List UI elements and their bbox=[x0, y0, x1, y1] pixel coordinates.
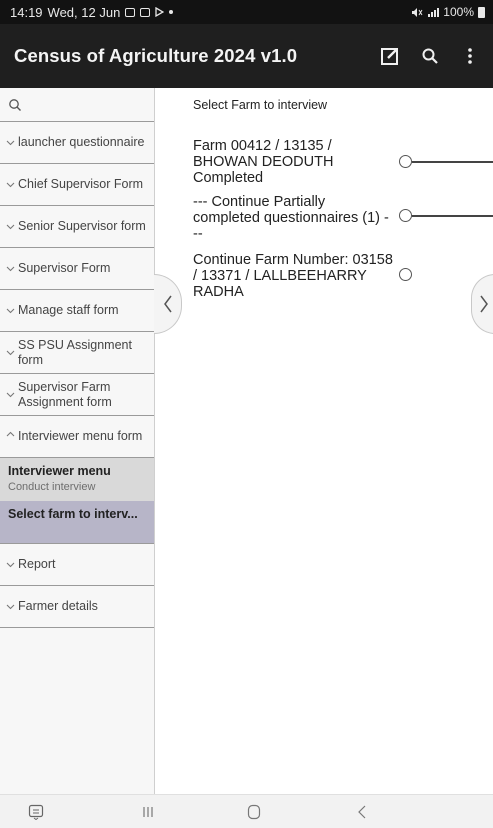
farm-option-label: --- Continue Partially completed questio… bbox=[193, 194, 389, 242]
notification-calendar-icon bbox=[140, 7, 151, 17]
recent-apps-button[interactable] bbox=[138, 802, 158, 822]
connector-line bbox=[412, 161, 493, 163]
sidebar-item-farmer-details[interactable]: Farmer details bbox=[0, 586, 154, 628]
status-left: 14:19 Wed, 12 Jun bbox=[10, 4, 174, 20]
search-icon bbox=[422, 48, 438, 64]
sidebar-item-interviewer-menu-form[interactable]: Interviewer menu form bbox=[0, 416, 154, 458]
search-button[interactable] bbox=[417, 43, 443, 69]
chevron-left-icon bbox=[163, 295, 172, 313]
farm-option-completed[interactable]: Farm 00412 / 13135 / BHOWAN DEODUTH Comp… bbox=[193, 138, 493, 186]
chevron-down-icon bbox=[6, 562, 15, 567]
battery-icon bbox=[478, 6, 485, 18]
edit-icon bbox=[381, 48, 398, 65]
home-icon bbox=[247, 804, 261, 820]
sidebar-item-label: Chief Supervisor Form bbox=[18, 177, 144, 192]
status-bar: 14:19 Wed, 12 Jun 100% bbox=[0, 0, 493, 24]
sidebar-item-senior-supervisor-form[interactable]: Senior Supervisor form bbox=[0, 206, 154, 248]
sidebar-item-label: Report bbox=[18, 557, 56, 572]
sidebar-item-report[interactable]: Report bbox=[0, 544, 154, 586]
app-bar: Census of Agriculture 2024 v1.0 bbox=[0, 24, 493, 88]
sidebar-subitem-select-farm[interactable]: Select farm to interv... bbox=[0, 501, 154, 544]
farm-option-continue-farm[interactable]: Continue Farm Number: 03158 / 13371 / LA… bbox=[193, 252, 483, 300]
signal-icon bbox=[428, 7, 440, 17]
sidebar: launcher questionnaire Chief Supervisor … bbox=[0, 88, 155, 794]
page-title: Select Farm to interview bbox=[193, 98, 328, 112]
chevron-down-icon bbox=[6, 392, 15, 397]
overflow-menu-button[interactable] bbox=[457, 43, 483, 69]
chevron-up-icon bbox=[6, 431, 15, 436]
edit-button[interactable] bbox=[377, 43, 403, 69]
farm-option-label: Farm 00412 / 13135 / BHOWAN DEODUTH Comp… bbox=[193, 138, 334, 186]
chevron-down-icon bbox=[6, 350, 15, 355]
main-content: Select Farm to interview Farm 00412 / 13… bbox=[155, 88, 493, 794]
notification-image-icon bbox=[125, 7, 136, 17]
chevron-down-icon bbox=[6, 224, 15, 229]
sidebar-item-label: Interviewer menu form bbox=[18, 429, 143, 444]
subheader-title: Interviewer menu bbox=[8, 464, 111, 478]
search-icon bbox=[9, 98, 21, 111]
sidebar-item-label: Farmer details bbox=[18, 599, 98, 614]
chevron-down-icon bbox=[6, 308, 15, 313]
sidebar-item-manage-staff-form[interactable]: Manage staff form bbox=[0, 290, 154, 332]
back-button[interactable] bbox=[352, 802, 372, 822]
keyboard-hide-icon bbox=[28, 804, 44, 820]
sidebar-item-label: Senior Supervisor form bbox=[18, 219, 146, 234]
chevron-right-icon bbox=[479, 295, 488, 313]
status-date: Wed, 12 Jun bbox=[47, 4, 121, 20]
farm-option-label: Continue Farm Number: 03158 / 13371 / LA… bbox=[193, 252, 393, 300]
status-right: 100% bbox=[411, 5, 485, 19]
radio-button[interactable] bbox=[399, 209, 412, 222]
chevron-down-icon bbox=[6, 182, 15, 187]
chevron-down-icon bbox=[6, 604, 15, 609]
farm-option-continue-partial[interactable]: --- Continue Partially completed questio… bbox=[193, 194, 493, 242]
radio-button[interactable] bbox=[399, 268, 412, 281]
sidebar-item-label: SS PSU Assignment form bbox=[18, 337, 132, 367]
notification-dot-icon bbox=[169, 10, 174, 14]
status-time: 14:19 bbox=[10, 4, 43, 20]
more-vert-icon bbox=[468, 48, 472, 64]
sidebar-item-label: Supervisor Form bbox=[18, 261, 111, 276]
home-button[interactable] bbox=[244, 802, 264, 822]
play-store-icon bbox=[155, 7, 165, 17]
sidebar-item-label: Manage staff form bbox=[18, 303, 119, 318]
sidebar-item-supervisor-farm-assignment-form[interactable]: Supervisor Farm Assignment form bbox=[0, 374, 154, 416]
sidebar-subheader-interviewer-menu: Interviewer menu Conduct interview bbox=[0, 458, 154, 501]
chevron-down-icon bbox=[6, 266, 15, 271]
sidebar-item-label: Supervisor Farm Assignment form bbox=[18, 379, 112, 409]
sidebar-item-supervisor-form[interactable]: Supervisor Form bbox=[0, 248, 154, 290]
mute-icon bbox=[412, 7, 423, 17]
chevron-down-icon bbox=[6, 140, 15, 145]
app-actions bbox=[377, 43, 483, 69]
back-icon bbox=[358, 805, 366, 819]
radio-button[interactable] bbox=[399, 155, 412, 168]
sidebar-item-launcher-questionnaire[interactable]: launcher questionnaire bbox=[0, 122, 154, 164]
connector-line bbox=[412, 215, 493, 217]
battery-percent: 100% bbox=[443, 5, 474, 19]
accessibility-button[interactable] bbox=[26, 802, 46, 822]
system-navigation-bar bbox=[0, 794, 493, 828]
sidebar-item-label: launcher questionnaire bbox=[18, 135, 145, 150]
app-title: Census of Agriculture 2024 v1.0 bbox=[14, 45, 298, 66]
subheader-subtitle: Conduct interview bbox=[8, 481, 96, 493]
sidebar-item-chief-supervisor-form[interactable]: Chief Supervisor Form bbox=[0, 164, 154, 206]
sidebar-search[interactable] bbox=[0, 88, 154, 122]
sidebar-item-ss-psu-assignment-form[interactable]: SS PSU Assignment form bbox=[0, 332, 154, 374]
recent-apps-icon bbox=[143, 807, 153, 817]
